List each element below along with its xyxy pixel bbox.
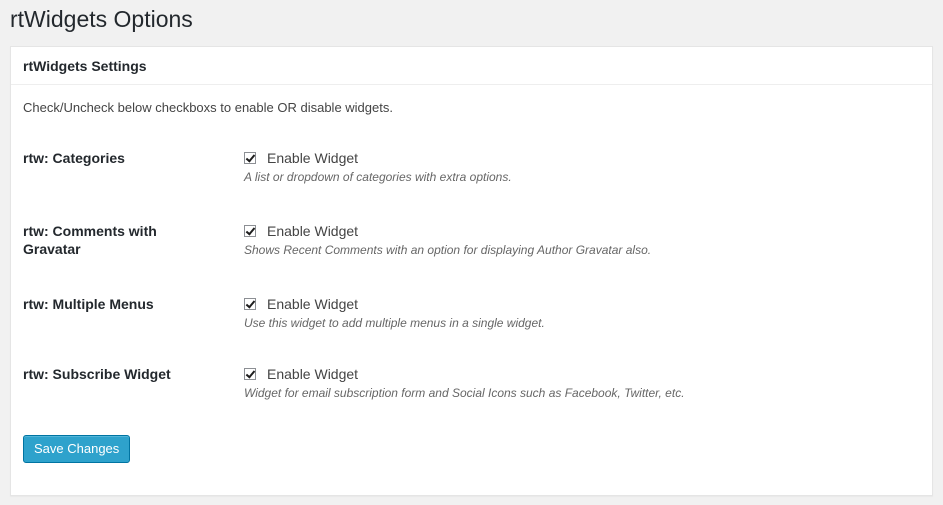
checkmark-icon	[245, 225, 256, 236]
settings-panel: rtWidgets Settings Check/Uncheck below c…	[10, 46, 933, 496]
checkmark-icon	[245, 298, 256, 309]
enable-checkbox-label[interactable]: Enable Widget	[267, 223, 358, 239]
enable-checkbox-line[interactable]: Enable Widget	[244, 222, 651, 240]
widget-field: Enable Widget Shows Recent Comments with…	[244, 222, 651, 257]
save-changes-button[interactable]: Save Changes	[23, 435, 131, 463]
widget-description: Shows Recent Comments with an option for…	[244, 243, 652, 257]
enable-checkbox-line[interactable]: Enable Widget	[244, 149, 512, 167]
widget-description: Use this widget to add multiple menus in…	[244, 316, 545, 330]
panel-header: rtWidgets Settings	[11, 47, 932, 85]
widget-label: rtw: Comments with Gravatar	[23, 223, 157, 257]
enable-checkbox-line[interactable]: Enable Widget	[244, 295, 545, 313]
widget-label: rtw: Subscribe Widget	[23, 366, 171, 382]
widget-label: rtw: Categories	[23, 150, 125, 166]
enable-checkbox-label[interactable]: Enable Widget	[267, 296, 358, 312]
widget-field: Enable Widget A list or dropdown of cate…	[244, 149, 512, 184]
page-title: rtWidgets Options	[10, 6, 193, 32]
enable-checkbox[interactable]	[244, 152, 256, 164]
widget-label: rtw: Multiple Menus	[23, 296, 154, 312]
intro-text: Check/Uncheck below checkboxs to enable …	[23, 100, 393, 115]
enable-checkbox-label[interactable]: Enable Widget	[267, 366, 358, 382]
widget-description: A list or dropdown of categories with ex…	[244, 170, 512, 184]
widget-field: Enable Widget Use this widget to add mul…	[244, 295, 545, 330]
checkmark-icon	[245, 152, 256, 163]
checkmark-icon	[245, 368, 256, 379]
enable-checkbox[interactable]	[244, 368, 256, 380]
enable-checkbox-line[interactable]: Enable Widget	[244, 365, 685, 383]
widget-description: Widget for email subscription form and S…	[244, 386, 685, 400]
panel-title: rtWidgets Settings	[23, 58, 147, 74]
enable-checkbox[interactable]	[244, 225, 256, 237]
enable-checkbox[interactable]	[244, 298, 256, 310]
widget-field: Enable Widget Widget for email subscript…	[244, 365, 685, 400]
enable-checkbox-label[interactable]: Enable Widget	[267, 150, 358, 166]
